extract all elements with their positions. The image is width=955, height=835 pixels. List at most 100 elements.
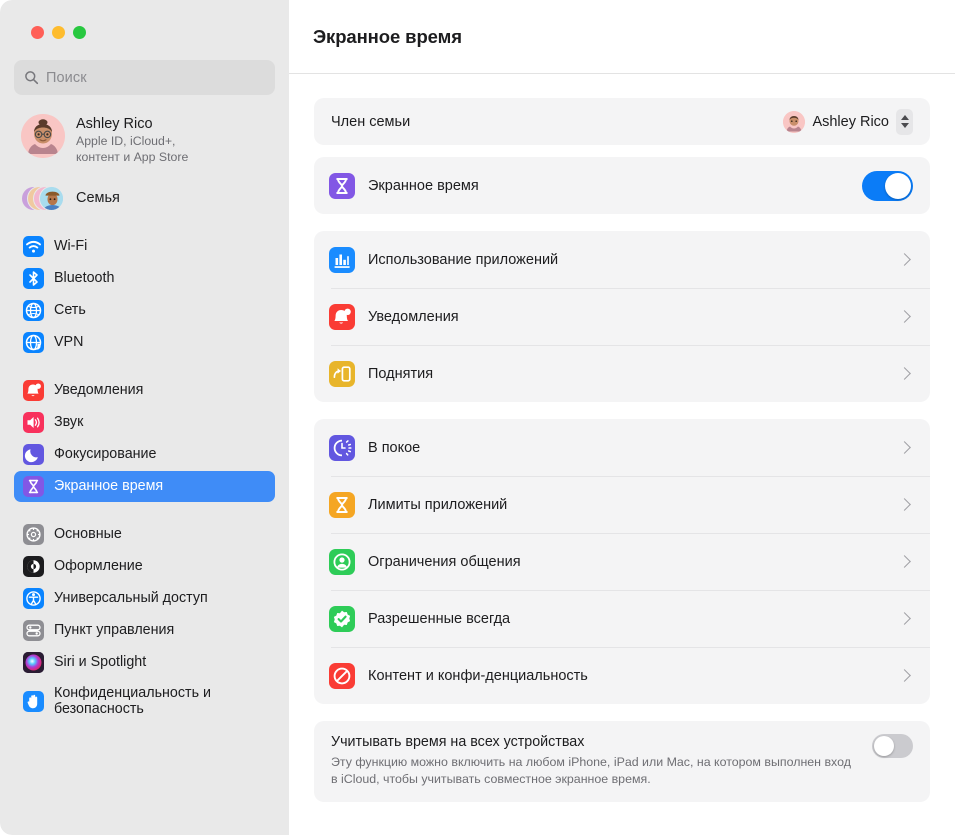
wifi-icon	[23, 236, 44, 257]
speaker-icon	[23, 412, 44, 433]
screen-time-toggle[interactable]	[862, 170, 913, 201]
control-center-icon	[23, 620, 44, 641]
usage-card: Использование приложений Уведомления Под…	[314, 231, 930, 402]
chevron-right-icon	[898, 441, 911, 454]
row-label-downtime: В покое	[368, 439, 421, 456]
family-member-popup[interactable]: Ashley Rico	[783, 108, 913, 135]
chevron-right-icon	[898, 367, 911, 380]
bell-icon	[23, 380, 44, 401]
row-app-usage[interactable]: Использование приложений	[314, 231, 930, 288]
sidebar-item-wifi[interactable]: Wi-Fi	[14, 231, 275, 262]
sidebar-item-label-family: Семья	[76, 190, 120, 206]
sidebar-item-sound[interactable]: Звук	[14, 407, 275, 438]
row-pickups[interactable]: Поднятия	[314, 345, 930, 402]
sidebar-item-accessibility[interactable]: Универсальный доступ	[14, 583, 275, 614]
family-member-value: Ashley Rico	[812, 113, 889, 130]
sidebar-item-label-bluetooth: Bluetooth	[54, 270, 115, 286]
bluetooth-icon	[23, 268, 44, 289]
screen-time-toggle-row: Экранное время	[314, 157, 930, 214]
row-label-content-privacy: Контент и конфи-денциальность	[368, 667, 588, 684]
row-label-always-allowed: Разрешенные всегда	[368, 610, 511, 627]
sidebar-item-appearance[interactable]: Оформление	[14, 551, 275, 582]
sidebar: Поиск Ashley Rico Apple ID, iCloud+, кон…	[0, 0, 289, 835]
sidebar-item-label-notifications: Уведомления	[54, 382, 144, 398]
sidebar-item-bluetooth[interactable]: Bluetooth	[14, 263, 275, 294]
content-area: Член семьи Ashley Rico Экранное время Ис…	[289, 74, 955, 835]
sidebar-item-label-appearance: Оформление	[54, 558, 143, 574]
sidebar-item-notifications[interactable]: Уведомления	[14, 375, 275, 406]
avatar	[783, 110, 806, 133]
sidebar-item-network[interactable]: Сеть	[14, 295, 275, 326]
share-across-devices-toggle[interactable]	[872, 734, 913, 758]
row-label-notifications: Уведомления	[368, 308, 459, 325]
restrictions-icon	[329, 662, 355, 689]
sidebar-group-system: Уведомления Звук Фокусирование Экранное …	[12, 375, 277, 502]
pickups-icon	[329, 360, 355, 387]
screen-time-toggle-label: Экранное время	[368, 177, 479, 194]
search-input[interactable]: Поиск	[14, 60, 275, 95]
moon-icon	[23, 444, 44, 465]
appearance-icon	[23, 556, 44, 577]
chevron-right-icon	[898, 310, 911, 323]
main-pane: Экранное время Член семьи Ashley Rico Эк…	[289, 0, 955, 835]
row-label-app-usage: Использование приложений	[368, 251, 559, 268]
row-downtime[interactable]: В покое	[314, 419, 930, 476]
row-always-allowed[interactable]: Разрешенные всегда	[314, 590, 930, 647]
close-button[interactable]	[31, 26, 44, 39]
screen-time-toggle-card: Экранное время	[314, 157, 930, 214]
sidebar-item-label-network: Сеть	[54, 302, 86, 318]
hourglass-icon	[329, 491, 355, 518]
minimize-button[interactable]	[52, 26, 65, 39]
sidebar-item-focus[interactable]: Фокусирование	[14, 439, 275, 470]
share-across-devices-card: Учитывать время на всех устройствах Эту …	[314, 721, 930, 802]
sidebar-item-control-center[interactable]: Пункт управления	[14, 615, 275, 646]
row-content-privacy[interactable]: Контент и конфи-денциальность	[314, 647, 930, 704]
row-notifications[interactable]: Уведомления	[314, 288, 930, 345]
chevron-right-icon	[898, 612, 911, 625]
chevron-updown-icon[interactable]	[896, 108, 913, 135]
memoji-avatar-icon	[21, 114, 65, 158]
sidebar-group-general: Основные Оформление Универсальный доступ…	[12, 519, 277, 723]
chevron-right-icon	[898, 253, 911, 266]
row-label-app-limits: Лимиты приложений	[368, 496, 508, 513]
chevron-right-icon	[898, 669, 911, 682]
sidebar-item-vpn[interactable]: VPN	[14, 327, 275, 358]
row-communication-limits[interactable]: Ограничения общения	[314, 533, 930, 590]
vpn-globe-icon	[23, 332, 44, 353]
hourglass-icon	[329, 172, 355, 199]
hand-icon	[23, 690, 44, 712]
traffic-lights	[12, 0, 277, 56]
family-member-row: Член семьи Ashley Rico	[314, 98, 930, 145]
sidebar-item-screen-time[interactable]: Экранное время	[14, 471, 275, 502]
person-circle-icon	[329, 548, 355, 575]
row-label-communication-limits: Ограничения общения	[368, 553, 521, 570]
row-app-limits[interactable]: Лимиты приложений	[314, 476, 930, 533]
limits-card: В покое Лимиты приложений Ограничения об…	[314, 419, 930, 704]
sidebar-item-label-privacy-security: Конфиденциальность и безопасность	[54, 685, 211, 717]
sidebar-item-family[interactable]: Семья	[17, 179, 277, 217]
zoom-button[interactable]	[73, 26, 86, 39]
account-text: Ashley Rico Apple ID, iCloud+, контент и…	[76, 114, 188, 165]
settings-window: Поиск Ashley Rico Apple ID, iCloud+, кон…	[0, 0, 955, 835]
titlebar: Экранное время	[289, 0, 955, 74]
share-across-devices-row: Учитывать время на всех устройствах Эту …	[314, 721, 930, 802]
always-allowed-icon	[329, 605, 355, 632]
account-subtitle-line1: Apple ID, iCloud+,	[76, 134, 176, 148]
sidebar-item-label-screen-time: Экранное время	[54, 478, 164, 494]
sidebar-item-general[interactable]: Основные	[14, 519, 275, 550]
family-member-label: Член семьи	[331, 113, 411, 130]
privacy-label-line2: безопасность	[54, 701, 144, 717]
share-across-devices-texts: Учитывать время на всех устройствах Эту …	[331, 734, 872, 787]
page-title: Экранное время	[313, 25, 462, 47]
gear-icon	[23, 524, 44, 545]
sidebar-item-privacy-security[interactable]: Конфиденциальность и безопасность	[14, 679, 275, 723]
sidebar-group-network: Wi-Fi Bluetooth Сеть VPN	[12, 231, 277, 358]
family-member-card: Член семьи Ashley Rico	[314, 98, 930, 145]
account-row[interactable]: Ashley Rico Apple ID, iCloud+, контент и…	[17, 109, 277, 170]
account-subtitle: Apple ID, iCloud+, контент и App Store	[76, 134, 188, 165]
family-avatars-icon	[21, 183, 65, 213]
sidebar-item-label-control-center: Пункт управления	[54, 622, 175, 638]
sidebar-item-label-wifi: Wi-Fi	[54, 238, 88, 254]
accessibility-icon	[23, 588, 44, 609]
sidebar-item-siri-spotlight[interactable]: Siri и Spotlight	[14, 647, 275, 678]
